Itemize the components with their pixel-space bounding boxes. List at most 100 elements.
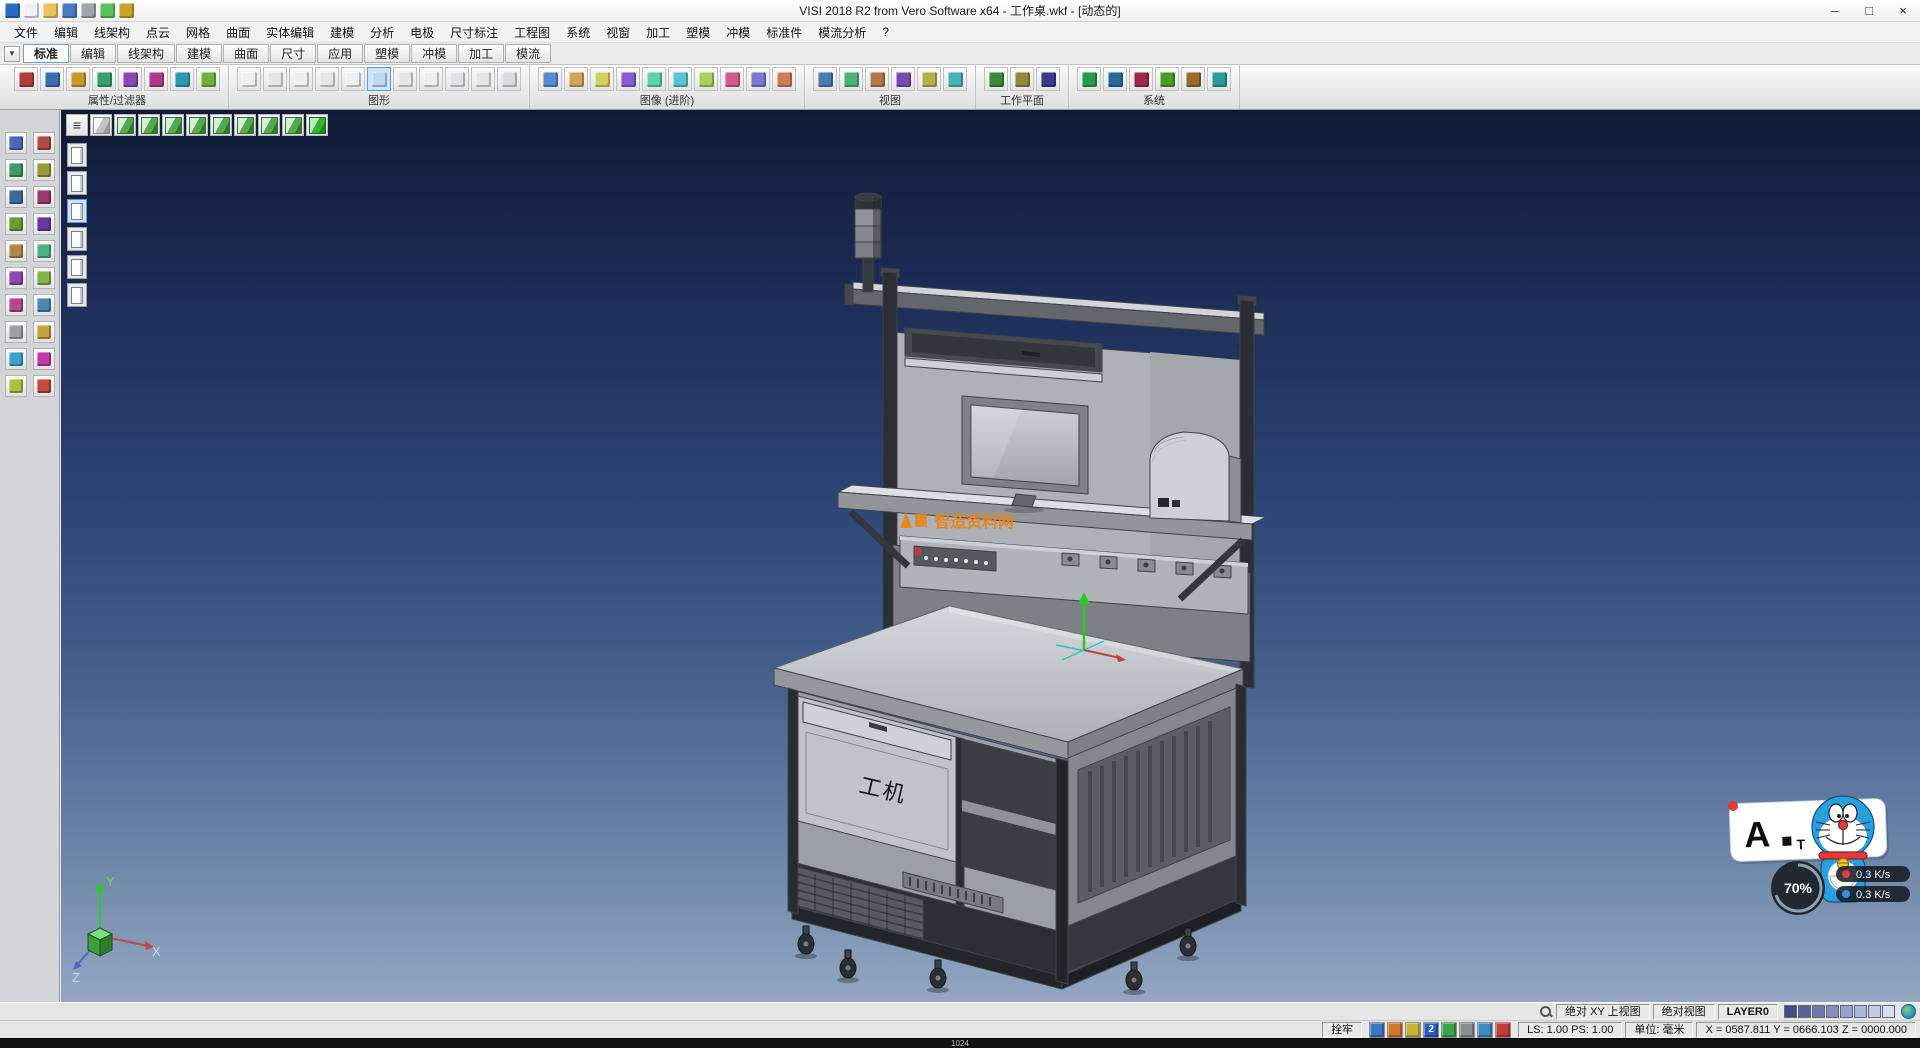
maximize-button[interactable]: □	[1852, 0, 1886, 21]
layer-manager-icon[interactable]	[92, 67, 116, 91]
menu-item[interactable]: 工程图	[506, 23, 558, 42]
color-swatch[interactable]	[1882, 1005, 1895, 1018]
mirror-icon[interactable]	[33, 321, 55, 343]
menu-item[interactable]: 编辑	[46, 23, 86, 42]
view-iso-icon[interactable]	[258, 114, 280, 136]
rotate-icon[interactable]	[33, 348, 55, 370]
shaded-display-icon[interactable]	[367, 67, 391, 91]
section-display-icon[interactable]	[445, 67, 469, 91]
workplane-slot-icon[interactable]	[67, 171, 87, 195]
selection-filter-icon[interactable]	[196, 67, 220, 91]
view-mode-cell[interactable]: 绝对 XY 上视图	[1556, 1004, 1650, 1020]
snap-toggle-icon[interactable]	[1441, 1022, 1457, 1038]
tab[interactable]: 尺寸	[270, 44, 316, 63]
color-swatch[interactable]	[1798, 1005, 1811, 1018]
print-icon[interactable]	[81, 3, 96, 18]
menu-item[interactable]: 建模	[322, 23, 362, 42]
save-file-icon[interactable]	[62, 3, 77, 18]
delete-icon[interactable]	[33, 375, 55, 397]
search-icon[interactable]	[1539, 1005, 1553, 1019]
loft-icon[interactable]	[33, 267, 55, 289]
snapshot-icon[interactable]	[772, 67, 796, 91]
fillet-icon[interactable]	[33, 213, 55, 235]
zoom-fit-icon[interactable]	[813, 67, 837, 91]
menu-item[interactable]: 加工	[638, 23, 678, 42]
ghost-display-icon[interactable]	[419, 67, 443, 91]
camera-icon[interactable]	[720, 67, 744, 91]
view-dynamic-icon[interactable]	[306, 114, 328, 136]
new-file-icon[interactable]	[24, 3, 39, 18]
menu-item[interactable]: 系统	[558, 23, 598, 42]
workplane-standard-icon[interactable]	[984, 67, 1008, 91]
sweep-icon[interactable]	[5, 267, 27, 289]
color-swatch[interactable]	[1784, 1005, 1797, 1018]
calculator-icon[interactable]	[1207, 67, 1231, 91]
revolve-icon[interactable]	[33, 240, 55, 262]
pan-view-icon[interactable]	[865, 67, 889, 91]
view-left-icon[interactable]	[186, 114, 208, 136]
menu-item[interactable]: 曲面	[218, 23, 258, 42]
boolean-icon[interactable]	[5, 294, 27, 316]
world-icon[interactable]	[1901, 1004, 1916, 1019]
menu-item[interactable]: 网格	[178, 23, 218, 42]
menu-item[interactable]: 模流分析	[810, 23, 874, 42]
menu-item[interactable]: 视窗	[598, 23, 638, 42]
lighting-icon[interactable]	[590, 67, 614, 91]
color-swatch[interactable]	[1840, 1005, 1853, 1018]
workplane-slot-icon[interactable]	[67, 283, 87, 307]
view-top-icon[interactable]	[114, 114, 136, 136]
app-logo-icon[interactable]	[5, 3, 20, 18]
viewport-3d[interactable]: ≡	[61, 110, 1920, 1002]
close-button[interactable]: ×	[1886, 0, 1920, 21]
view-bottom-icon[interactable]	[234, 114, 256, 136]
select-icon[interactable]	[5, 132, 27, 154]
tab-overflow-button[interactable]: ▼	[4, 46, 20, 62]
tab[interactable]: 编辑	[70, 44, 116, 63]
tab[interactable]: 曲面	[223, 44, 269, 63]
cylinder-display-icon[interactable]	[263, 67, 287, 91]
trim-icon[interactable]	[33, 132, 55, 154]
color-swatch[interactable]	[1812, 1005, 1825, 1018]
view-manager-icon[interactable]	[943, 67, 967, 91]
zoom-window-icon[interactable]	[839, 67, 863, 91]
view-save-icon[interactable]	[1477, 1022, 1493, 1038]
quick-filter-icon[interactable]	[66, 67, 90, 91]
texture-icon[interactable]	[538, 67, 562, 91]
menu-item[interactable]: ?	[874, 24, 897, 40]
view-front-icon[interactable]	[138, 114, 160, 136]
absolute-view-cell[interactable]: 绝对视图	[1653, 1004, 1715, 1020]
view-iso-gray-icon[interactable]	[90, 114, 112, 136]
tab[interactable]: 模流	[505, 44, 551, 63]
entity-mask-icon[interactable]	[144, 67, 168, 91]
view-back-icon[interactable]	[162, 114, 184, 136]
rotate-view-icon[interactable]	[891, 67, 915, 91]
grid-settings-icon[interactable]	[1155, 67, 1179, 91]
menu-item[interactable]: 点云	[138, 23, 178, 42]
render-display-icon[interactable]	[497, 67, 521, 91]
extrude-icon[interactable]	[5, 240, 27, 262]
visibility-filter-icon[interactable]	[170, 67, 194, 91]
light-toggle-icon[interactable]	[1405, 1022, 1421, 1038]
system-settings-icon[interactable]	[1077, 67, 1101, 91]
world-sphere-icon[interactable]	[1103, 67, 1127, 91]
pattern-icon[interactable]	[5, 321, 27, 343]
workplane-3points-icon[interactable]	[1036, 67, 1060, 91]
tab[interactable]: 线架构	[117, 44, 175, 63]
shell-icon[interactable]	[33, 294, 55, 316]
menu-item[interactable]: 分析	[362, 23, 402, 42]
workplane-slot-icon[interactable]	[67, 199, 87, 223]
line-icon[interactable]	[33, 159, 55, 181]
block-display-icon[interactable]	[341, 67, 365, 91]
shadow-icon[interactable]	[616, 67, 640, 91]
color-swatch[interactable]	[1868, 1005, 1881, 1018]
tube-display-icon[interactable]	[315, 67, 339, 91]
taskbar[interactable]: 1024	[0, 1038, 1920, 1048]
arc-icon[interactable]	[33, 186, 55, 208]
transparency-icon[interactable]	[668, 67, 692, 91]
tab[interactable]: 应用	[317, 44, 363, 63]
cone-display-icon[interactable]	[289, 67, 313, 91]
units-cell[interactable]: 单位: 毫米	[1625, 1022, 1693, 1038]
tab[interactable]: 建模	[176, 44, 222, 63]
menu-item[interactable]: 冲模	[718, 23, 758, 42]
menu-item[interactable]: 电极	[402, 23, 442, 42]
